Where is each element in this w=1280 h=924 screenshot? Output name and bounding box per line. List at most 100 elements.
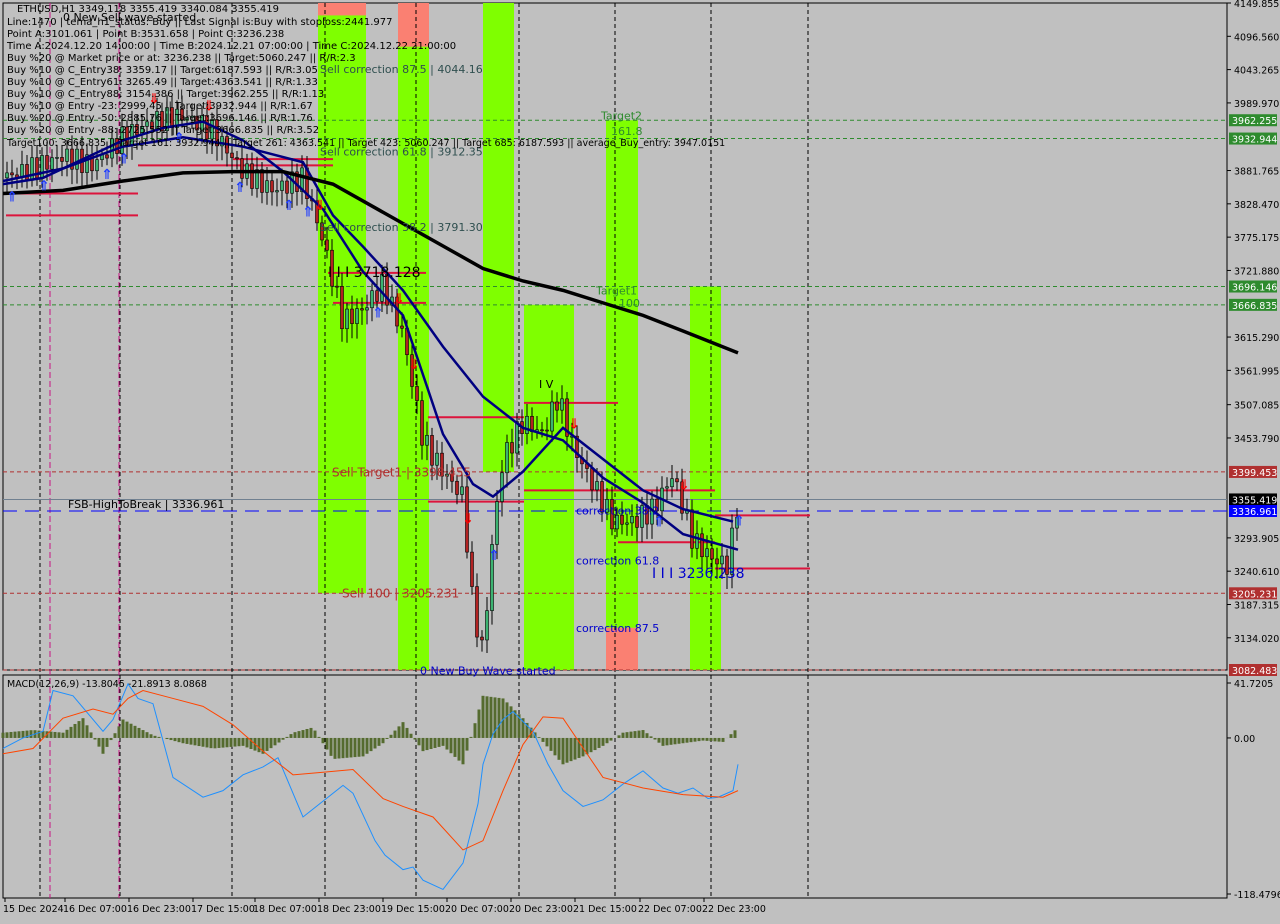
macd-histogram-bar: [722, 738, 725, 742]
macd-histogram-bar: [326, 738, 329, 750]
chart-annotation: I I I 3718.128: [328, 265, 421, 281]
x-tick-label: 16 Dec 07:00: [63, 904, 127, 915]
macd-histogram-bar: [674, 738, 677, 744]
macd-histogram-bar: [418, 738, 421, 745]
candle-body: [666, 487, 669, 488]
macd-histogram-bar: [258, 738, 261, 752]
candle-body: [376, 291, 379, 302]
candle-body: [41, 155, 44, 177]
macd-histogram-bar: [458, 738, 461, 761]
macd-histogram-bar: [246, 738, 249, 747]
macd-histogram-bar: [54, 732, 57, 738]
macd-histogram-bar: [282, 738, 285, 740]
y-tick-label: 4043.265: [1234, 66, 1279, 77]
candle-body: [636, 516, 639, 527]
macd-histogram-bar: [314, 731, 317, 738]
macd-histogram-bar: [146, 732, 149, 738]
macd-histogram-bar: [462, 738, 465, 764]
chart-annotation: correction 87.5: [576, 622, 659, 635]
sell-arrow-icon: ⇓: [314, 198, 326, 214]
macd-histogram-bar: [38, 731, 41, 738]
macd-histogram-bar: [486, 696, 489, 738]
macd-histogram-bar: [358, 738, 361, 757]
info-line-3: Buy %20 @ Market price or at: 3236.238 |…: [7, 53, 356, 65]
macd-histogram-bar: [286, 737, 289, 738]
macd-histogram-bar: [430, 738, 433, 749]
buy-arrow-icon: ⇑: [302, 204, 314, 220]
macd-histogram-bar: [398, 726, 401, 738]
candle-body: [471, 552, 474, 586]
x-tick-label: 18 Dec 07:00: [253, 904, 317, 915]
macd-histogram-bar: [66, 730, 69, 738]
macd-histogram-bar: [638, 731, 641, 738]
candle-body: [516, 422, 519, 453]
candle-body: [701, 534, 704, 557]
buy-arrow-icon: ⇑: [118, 151, 130, 167]
macd-histogram-bar: [278, 738, 281, 743]
macd-histogram-bar: [654, 738, 657, 740]
macd-histogram-bar: [402, 722, 405, 738]
macd-histogram-bar: [634, 731, 637, 738]
y-tick-label: 3775.175: [1234, 233, 1279, 244]
macd-histogram-bar: [210, 738, 213, 748]
macd-histogram-bar: [378, 738, 381, 746]
chart-annotation: 0 New Buy Wave started: [420, 664, 556, 677]
chart-annotation: correction 61.8: [576, 554, 659, 567]
macd-histogram-bar: [6, 732, 9, 738]
x-tick-label: 16 Dec 23:00: [127, 904, 191, 915]
macd-histogram-bar: [714, 738, 717, 741]
candle-body: [271, 181, 274, 192]
sell-arrow-icon: ⇓: [408, 357, 420, 373]
candle-body: [421, 401, 424, 446]
chart-annotation: Sell correction 38.2 | 3791.30: [320, 221, 483, 234]
candle-body: [366, 308, 369, 310]
macd-histogram-bar: [650, 736, 653, 738]
macd-histogram-bar: [730, 734, 733, 738]
macd-histogram-bar: [658, 738, 661, 743]
macd-histogram-bar: [478, 710, 481, 738]
candle-body: [266, 181, 269, 193]
macd-histogram-bar: [710, 738, 713, 741]
macd-histogram-bar: [466, 738, 469, 751]
candle-body: [461, 487, 464, 495]
chart-annotation: Target1: [595, 284, 637, 297]
macd-histogram-bar: [386, 738, 389, 739]
macd-histogram-bar: [82, 718, 85, 738]
macd-histogram-bar: [490, 697, 493, 738]
macd-histogram-bar: [498, 698, 501, 738]
macd-histogram-bar: [242, 738, 245, 746]
candle-body: [671, 479, 674, 487]
x-tick-label: 17 Dec 15:00: [191, 904, 255, 915]
x-tick-label: 21 Dec 15:00: [573, 904, 637, 915]
macd-histogram-bar: [94, 738, 97, 740]
macd-histogram-bar: [550, 738, 553, 751]
y-tick-label: 3240.610: [1234, 567, 1279, 578]
macd-histogram-bar: [306, 729, 309, 738]
info-line-4: Buy %10 @ C_Entry38: 3359.17 || Target:6…: [7, 65, 318, 77]
macd-histogram-bar: [182, 738, 185, 743]
zone-rect: [524, 305, 574, 670]
candle-body: [46, 155, 49, 169]
macd-histogram-bar: [718, 738, 721, 742]
macd-histogram-bar: [602, 738, 605, 746]
macd-histogram-bar: [698, 738, 701, 741]
macd-histogram-bar: [434, 738, 437, 748]
macd-histogram-bar: [694, 738, 697, 742]
candle-body: [631, 516, 634, 522]
candle-body: [706, 549, 709, 557]
candle-body: [286, 181, 289, 193]
macd-histogram-bar: [442, 738, 445, 746]
macd-histogram-bar: [734, 730, 737, 738]
macd-histogram-bar: [230, 738, 233, 747]
candle-body: [61, 157, 64, 161]
macd-histogram-bar: [142, 730, 145, 738]
y-tick-label: 3453.790: [1234, 434, 1279, 445]
macd-histogram-bar: [414, 738, 417, 740]
info-line-6: Buy %10 @ C_Entry88: 3154.386 || Target:…: [7, 89, 324, 101]
macd-histogram-bar: [646, 733, 649, 738]
macd-histogram-bar: [682, 738, 685, 743]
macd-histogram-bar: [410, 734, 413, 738]
macd-y-tick-label: -118.4796: [1234, 890, 1280, 901]
macd-histogram-bar: [642, 730, 645, 738]
macd-histogram-bar: [18, 731, 21, 738]
